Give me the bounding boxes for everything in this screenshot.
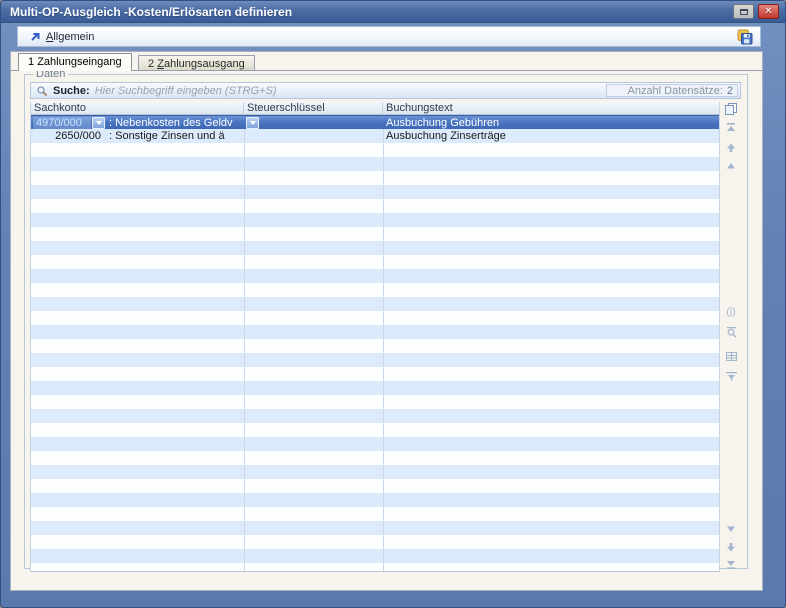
- restore-window-icon: [740, 9, 748, 15]
- sachkonto-field: 2650/000: [33, 129, 101, 143]
- record-count: Anzahl Datensätze: 2: [606, 84, 738, 97]
- column-separator: [383, 115, 384, 571]
- fit-columns-icon[interactable]: (|): [723, 304, 739, 320]
- grid-tool-gutter: (|): [721, 102, 741, 566]
- table-row[interactable]: 4970/000 : Nebenkosten des Geldv Ausbuch…: [31, 115, 719, 129]
- search-bar[interactable]: Suche: Hier Suchbegriff eingeben (STRG+S…: [30, 82, 741, 99]
- restore-window-button[interactable]: [733, 4, 754, 19]
- buchungstext-cell: Ausbuchung Zinserträge: [383, 129, 719, 143]
- close-icon: ✕: [764, 7, 772, 17]
- steuerschluessel-dropdown-button[interactable]: [246, 117, 259, 129]
- chevron-down-icon: [96, 121, 102, 125]
- record-count-value: 2: [727, 85, 733, 97]
- menu-item-allgemein[interactable]: Allgemein: [24, 30, 99, 44]
- move-up-icon[interactable]: [723, 140, 739, 156]
- grid-settings-icon[interactable]: [723, 348, 739, 364]
- chevron-down-icon: [250, 121, 256, 125]
- search-placeholder: Hier Suchbegriff eingeben (STRG+S): [95, 85, 277, 97]
- column-header-steuerschluessel[interactable]: Steuerschlüssel: [244, 102, 383, 115]
- move-down-icon[interactable]: [723, 539, 739, 555]
- tab-zahlungseingang[interactable]: 1 Zahlungseingang: [18, 53, 132, 71]
- daten-groupbox: Daten Suche: Hier Suchbegriff eingeben (…: [24, 74, 748, 569]
- sachkonto-beschreibung: : Nebenkosten des Geldv: [109, 116, 233, 130]
- dialog-window: Multi-OP-Ausgleich -Kosten/Erlösarten de…: [0, 0, 786, 608]
- grid-body: 4970/000 : Nebenkosten des Geldv Ausbuch…: [31, 115, 719, 571]
- tab-strip: 1 Zahlungseingang 2 Zahlungsausgang: [11, 53, 762, 71]
- save-button[interactable]: [736, 28, 754, 46]
- search-icon: [36, 85, 48, 97]
- title-bar[interactable]: Multi-OP-Ausgleich -Kosten/Erlösarten de…: [1, 1, 785, 23]
- scroll-to-top-icon[interactable]: [723, 120, 739, 136]
- client-area: 1 Zahlungseingang 2 Zahlungsausgang Date…: [10, 51, 763, 591]
- buchungstext-cell: Ausbuchung Gebühren: [383, 116, 719, 130]
- sachkonto-dropdown-button[interactable]: [92, 117, 105, 129]
- window-title: Multi-OP-Ausgleich -Kosten/Erlösarten de…: [10, 5, 729, 19]
- search-zoom-icon[interactable]: [723, 324, 739, 340]
- data-grid: Sachkonto Steuerschlüssel Buchungstext 4…: [30, 102, 720, 572]
- jump-arrow-icon: [29, 31, 41, 43]
- step-down-icon[interactable]: [723, 521, 739, 537]
- filter-icon[interactable]: [723, 368, 739, 384]
- grid-header: Sachkonto Steuerschlüssel Buchungstext: [31, 102, 719, 115]
- tab-zahlungsausgang[interactable]: 2 Zahlungsausgang: [138, 55, 255, 71]
- column-header-buchungstext[interactable]: Buchungstext: [383, 102, 721, 115]
- search-label: Suche:: [53, 85, 90, 97]
- sachkonto-field[interactable]: 4970/000: [33, 117, 91, 129]
- sachkonto-beschreibung: : Sonstige Zinsen und ä: [109, 129, 225, 143]
- column-separator: [244, 115, 245, 571]
- menu-item-label: Allgemein: [46, 31, 94, 43]
- close-button[interactable]: ✕: [758, 4, 779, 19]
- toolbar: Allgemein: [17, 26, 761, 47]
- copy-icon[interactable]: [723, 101, 739, 117]
- save-icon: [737, 29, 753, 45]
- column-header-sachkonto[interactable]: Sachkonto: [31, 102, 244, 115]
- scroll-to-bottom-icon[interactable]: [723, 556, 739, 572]
- table-row[interactable]: 2650/000 : Sonstige Zinsen und ä Ausbuch…: [31, 129, 719, 143]
- step-up-icon[interactable]: [723, 158, 739, 174]
